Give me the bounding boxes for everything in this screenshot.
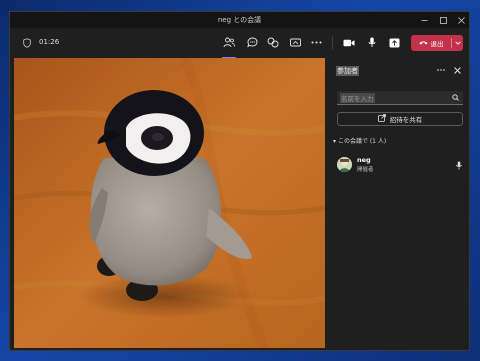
meeting-toolbar: 01:26 退出 (10, 28, 469, 59)
search-placeholder: 名前を入力 (340, 93, 375, 103)
share-invite-button[interactable]: 招待を共有 (337, 112, 463, 126)
penguin-plush-image (14, 58, 325, 348)
more-icon[interactable] (309, 36, 323, 49)
search-input[interactable]: 名前を入力 (337, 91, 463, 105)
meeting-timer: 01:26 (39, 38, 60, 46)
share-invite-label: 招待を共有 (389, 116, 423, 124)
mic-icon[interactable] (365, 36, 379, 49)
video-feed (14, 58, 325, 348)
share-screen-icon[interactable] (288, 36, 302, 49)
avatar (337, 157, 352, 172)
section-header[interactable]: ▾ この会議で (1 人) (333, 136, 386, 145)
camera-icon[interactable] (342, 36, 356, 49)
share-tray-icon[interactable] (387, 36, 401, 49)
more-icon[interactable] (436, 66, 446, 74)
meeting-window: neg との会議 01:26 退出 参加者 名前を入力 招待を共有 ▾ この会議… (9, 11, 470, 351)
people-icon[interactable] (222, 36, 236, 49)
shield-icon[interactable] (22, 37, 32, 49)
leave-button[interactable]: 退出 (411, 35, 451, 51)
section-label: この会議で (1 人) (337, 138, 387, 145)
toolbar-divider (332, 36, 333, 50)
chat-icon[interactable] (245, 36, 259, 49)
minimize-icon[interactable] (415, 12, 433, 28)
window-title: neg との会議 (217, 16, 262, 24)
search-icon[interactable] (451, 93, 460, 102)
person-add-icon (377, 114, 386, 124)
participant-row[interactable]: neg 開催者 (337, 155, 463, 177)
panel-title: 参加者 (336, 66, 359, 76)
maximize-icon[interactable] (434, 12, 452, 28)
phone-icon (419, 39, 428, 47)
reactions-icon[interactable] (266, 36, 280, 49)
participant-role: 開催者 (357, 167, 374, 173)
leave-button-group: 退出 (411, 35, 463, 51)
participants-panel: 参加者 名前を入力 招待を共有 ▾ この会議で (1 人) neg 開催者 (331, 58, 469, 350)
mic-icon[interactable] (455, 160, 463, 170)
participant-name: neg (357, 156, 371, 164)
leave-label: 退出 (430, 40, 444, 48)
window-close-icon[interactable] (452, 12, 470, 28)
chevron-down-icon[interactable] (452, 35, 463, 51)
close-icon[interactable] (452, 65, 462, 75)
chevron-down-icon: ▾ (333, 138, 337, 145)
title-bar: neg との会議 (10, 12, 469, 28)
